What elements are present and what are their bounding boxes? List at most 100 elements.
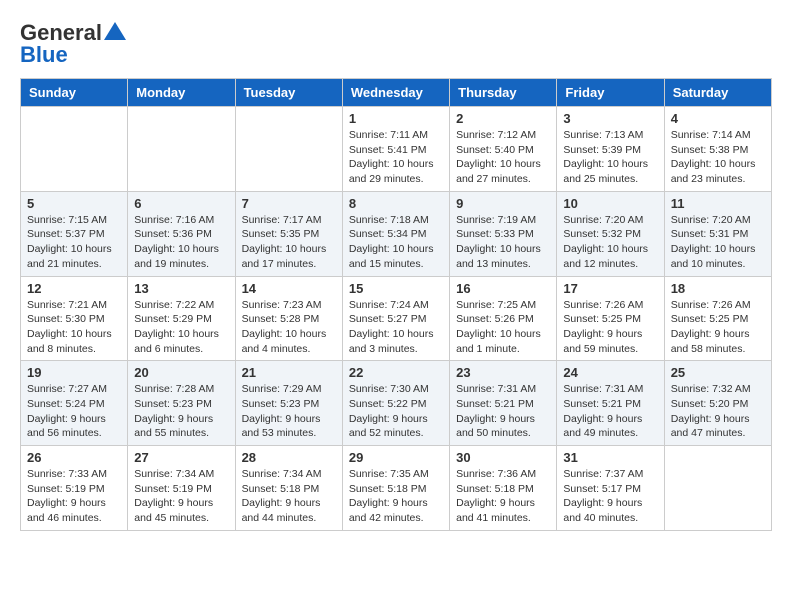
day-number: 23 [456,365,550,380]
day-number: 24 [563,365,657,380]
day-number: 13 [134,281,228,296]
day-info: Sunrise: 7:26 AM Sunset: 5:25 PM Dayligh… [563,298,657,357]
day-number: 30 [456,450,550,465]
logo-icon [104,22,126,40]
day-info: Sunrise: 7:25 AM Sunset: 5:26 PM Dayligh… [456,298,550,357]
day-number: 5 [27,196,121,211]
weekday-thursday: Thursday [450,79,557,107]
calendar-cell: 1Sunrise: 7:11 AM Sunset: 5:41 PM Daylig… [342,107,449,192]
calendar-cell: 21 Sunrise: 7:29 AM Sunset: 5:23 PM Dayli… [235,361,342,446]
calendar-cell: 9 Sunrise: 7:19 AM Sunset: 5:33 PM Daylig… [450,191,557,276]
calendar-cell: 19 Sunrise: 7:27 AM Sunset: 5:24 PM Dayli… [21,361,128,446]
day-info: Sunrise: 7:30 AM Sunset: 5:22 PM Dayligh… [349,382,443,441]
calendar-cell: 23 Sunrise: 7:31 AM Sunset: 5:21 PM Dayli… [450,361,557,446]
day-number: 8 [349,196,443,211]
calendar-cell: 14Sunrise: 7:23 AM Sunset: 5:28 PM Dayli… [235,276,342,361]
day-info: Sunrise: 7:32 AM Sunset: 5:20 PM Dayligh… [671,382,765,441]
calendar-table: SundayMondayTuesdayWednesdayThursdayFrid… [20,78,772,531]
calendar-cell: 20Sunrise: 7:28 AM Sunset: 5:23 PM Dayli… [128,361,235,446]
day-info: Sunrise: 7:20 AM Sunset: 5:31 PM Dayligh… [671,213,765,272]
weekday-wednesday: Wednesday [342,79,449,107]
logo: General Blue [20,20,126,68]
day-number: 7 [242,196,336,211]
calendar-cell [664,446,771,531]
day-number: 28 [242,450,336,465]
calendar-cell: 3 Sunrise: 7:13 AM Sunset: 5:39 PM Daylig… [557,107,664,192]
day-info: Sunrise: 7:26 AM Sunset: 5:25 PM Dayligh… [671,298,765,357]
weekday-tuesday: Tuesday [235,79,342,107]
calendar-cell: 2Sunrise: 7:12 AM Sunset: 5:40 PM Daylig… [450,107,557,192]
day-info: Sunrise: 7:13 AM Sunset: 5:39 PM Dayligh… [563,128,657,187]
calendar-cell: 16 Sunrise: 7:25 AM Sunset: 5:26 PM Dayli… [450,276,557,361]
calendar-cell: 7 Sunrise: 7:17 AM Sunset: 5:35 PM Daylig… [235,191,342,276]
day-number: 29 [349,450,443,465]
calendar-week-2: 5 Sunrise: 7:15 AM Sunset: 5:37 PM Daylig… [21,191,772,276]
day-number: 26 [27,450,121,465]
logo-blue-text: Blue [20,42,68,68]
day-info: Sunrise: 7:29 AM Sunset: 5:23 PM Dayligh… [242,382,336,441]
day-info: Sunrise: 7:34 AM Sunset: 5:18 PM Dayligh… [242,467,336,526]
day-number: 18 [671,281,765,296]
day-info: Sunrise: 7:31 AM Sunset: 5:21 PM Dayligh… [563,382,657,441]
day-number: 12 [27,281,121,296]
day-number: 15 [349,281,443,296]
day-info: Sunrise: 7:35 AM Sunset: 5:18 PM Dayligh… [349,467,443,526]
calendar-cell: 6Sunrise: 7:16 AM Sunset: 5:36 PM Daylig… [128,191,235,276]
calendar-cell: 25 Sunrise: 7:32 AM Sunset: 5:20 PM Dayli… [664,361,771,446]
calendar-cell: 15 Sunrise: 7:24 AM Sunset: 5:27 PM Dayli… [342,276,449,361]
weekday-saturday: Saturday [664,79,771,107]
calendar-cell: 29 Sunrise: 7:35 AM Sunset: 5:18 PM Dayli… [342,446,449,531]
day-number: 3 [563,111,657,126]
day-number: 16 [456,281,550,296]
day-info: Sunrise: 7:27 AM Sunset: 5:24 PM Dayligh… [27,382,121,441]
day-info: Sunrise: 7:31 AM Sunset: 5:21 PM Dayligh… [456,382,550,441]
calendar-cell: 10 Sunrise: 7:20 AM Sunset: 5:32 PM Dayli… [557,191,664,276]
day-number: 31 [563,450,657,465]
day-number: 21 [242,365,336,380]
day-info: Sunrise: 7:36 AM Sunset: 5:18 PM Dayligh… [456,467,550,526]
weekday-monday: Monday [128,79,235,107]
day-info: Sunrise: 7:18 AM Sunset: 5:34 PM Dayligh… [349,213,443,272]
day-number: 9 [456,196,550,211]
calendar-cell: 22 Sunrise: 7:30 AM Sunset: 5:22 PM Dayli… [342,361,449,446]
calendar-cell: 11Sunrise: 7:20 AM Sunset: 5:31 PM Dayli… [664,191,771,276]
calendar-cell: 13 Sunrise: 7:22 AM Sunset: 5:29 PM Dayli… [128,276,235,361]
day-info: Sunrise: 7:23 AM Sunset: 5:28 PM Dayligh… [242,298,336,357]
calendar-week-4: 19 Sunrise: 7:27 AM Sunset: 5:24 PM Dayli… [21,361,772,446]
calendar-cell: 31 Sunrise: 7:37 AM Sunset: 5:17 PM Dayli… [557,446,664,531]
weekday-header-row: SundayMondayTuesdayWednesdayThursdayFrid… [21,79,772,107]
calendar-cell: 28 Sunrise: 7:34 AM Sunset: 5:18 PM Dayli… [235,446,342,531]
day-info: Sunrise: 7:17 AM Sunset: 5:35 PM Dayligh… [242,213,336,272]
day-number: 20 [134,365,228,380]
day-info: Sunrise: 7:34 AM Sunset: 5:19 PM Dayligh… [134,467,228,526]
calendar-cell: 26Sunrise: 7:33 AM Sunset: 5:19 PM Dayli… [21,446,128,531]
day-info: Sunrise: 7:37 AM Sunset: 5:17 PM Dayligh… [563,467,657,526]
day-info: Sunrise: 7:14 AM Sunset: 5:38 PM Dayligh… [671,128,765,187]
calendar-week-1: 1Sunrise: 7:11 AM Sunset: 5:41 PM Daylig… [21,107,772,192]
day-number: 6 [134,196,228,211]
day-info: Sunrise: 7:19 AM Sunset: 5:33 PM Dayligh… [456,213,550,272]
day-number: 1 [349,111,443,126]
calendar-cell: 4 Sunrise: 7:14 AM Sunset: 5:38 PM Daylig… [664,107,771,192]
calendar-cell [21,107,128,192]
day-number: 19 [27,365,121,380]
day-number: 4 [671,111,765,126]
calendar-cell: 12 Sunrise: 7:21 AM Sunset: 5:30 PM Dayli… [21,276,128,361]
calendar-cell: 27Sunrise: 7:34 AM Sunset: 5:19 PM Dayli… [128,446,235,531]
day-info: Sunrise: 7:22 AM Sunset: 5:29 PM Dayligh… [134,298,228,357]
calendar-cell: 8 Sunrise: 7:18 AM Sunset: 5:34 PM Daylig… [342,191,449,276]
day-number: 22 [349,365,443,380]
weekday-sunday: Sunday [21,79,128,107]
day-number: 10 [563,196,657,211]
calendar-cell: 17 Sunrise: 7:26 AM Sunset: 5:25 PM Dayli… [557,276,664,361]
day-info: Sunrise: 7:20 AM Sunset: 5:32 PM Dayligh… [563,213,657,272]
weekday-friday: Friday [557,79,664,107]
calendar-cell: 30 Sunrise: 7:36 AM Sunset: 5:18 PM Dayli… [450,446,557,531]
day-info: Sunrise: 7:15 AM Sunset: 5:37 PM Dayligh… [27,213,121,272]
calendar-cell: 24 Sunrise: 7:31 AM Sunset: 5:21 PM Dayli… [557,361,664,446]
day-number: 17 [563,281,657,296]
day-number: 25 [671,365,765,380]
day-info: Sunrise: 7:24 AM Sunset: 5:27 PM Dayligh… [349,298,443,357]
day-info: Sunrise: 7:21 AM Sunset: 5:30 PM Dayligh… [27,298,121,357]
day-number: 2 [456,111,550,126]
